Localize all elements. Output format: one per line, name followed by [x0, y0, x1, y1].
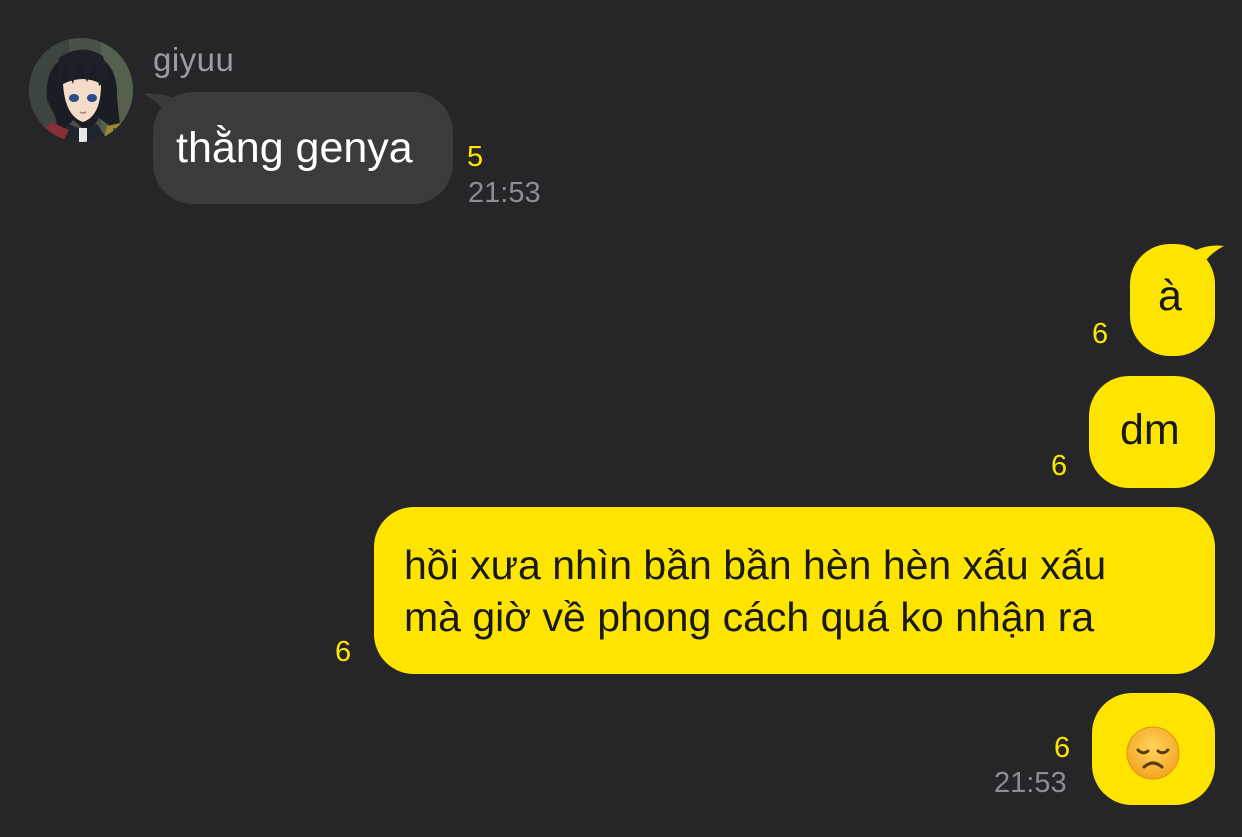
incoming-unread-count: 5	[467, 141, 484, 173]
outgoing-message-bubble[interactable]: hồi xưa nhìn bần bần hèn hèn xấu xấu mà …	[374, 507, 1215, 674]
sender-avatar[interactable]	[29, 38, 133, 142]
outgoing-emoji-bubble[interactable]	[1092, 693, 1215, 805]
disappointed-face-icon	[1126, 726, 1180, 780]
outgoing-message-bubble[interactable]: à	[1130, 244, 1215, 356]
outgoing-unread-count: 6	[1092, 318, 1109, 350]
outgoing-timestamp: 21:53	[994, 767, 1067, 799]
outgoing-unread-count: 6	[1054, 732, 1071, 764]
outgoing-unread-count: 6	[1051, 450, 1068, 482]
outgoing-message-text: à	[1158, 272, 1182, 320]
outgoing-message-text: dm	[1120, 406, 1180, 454]
outgoing-message-line: hồi xưa nhìn bần bần hèn hèn xấu xấu	[404, 542, 1107, 588]
incoming-message-text: thằng genya	[176, 124, 413, 172]
outgoing-message-bubble[interactable]: dm	[1089, 376, 1215, 488]
sender-name: giyuu	[153, 41, 235, 78]
outgoing-unread-count: 6	[335, 636, 352, 668]
incoming-message-bubble[interactable]: thằng genya	[153, 92, 453, 204]
incoming-timestamp: 21:53	[468, 177, 541, 209]
avatar-portrait-icon	[29, 38, 133, 142]
outgoing-message-line: mà giờ về phong cách quá ko nhận ra	[404, 594, 1095, 640]
